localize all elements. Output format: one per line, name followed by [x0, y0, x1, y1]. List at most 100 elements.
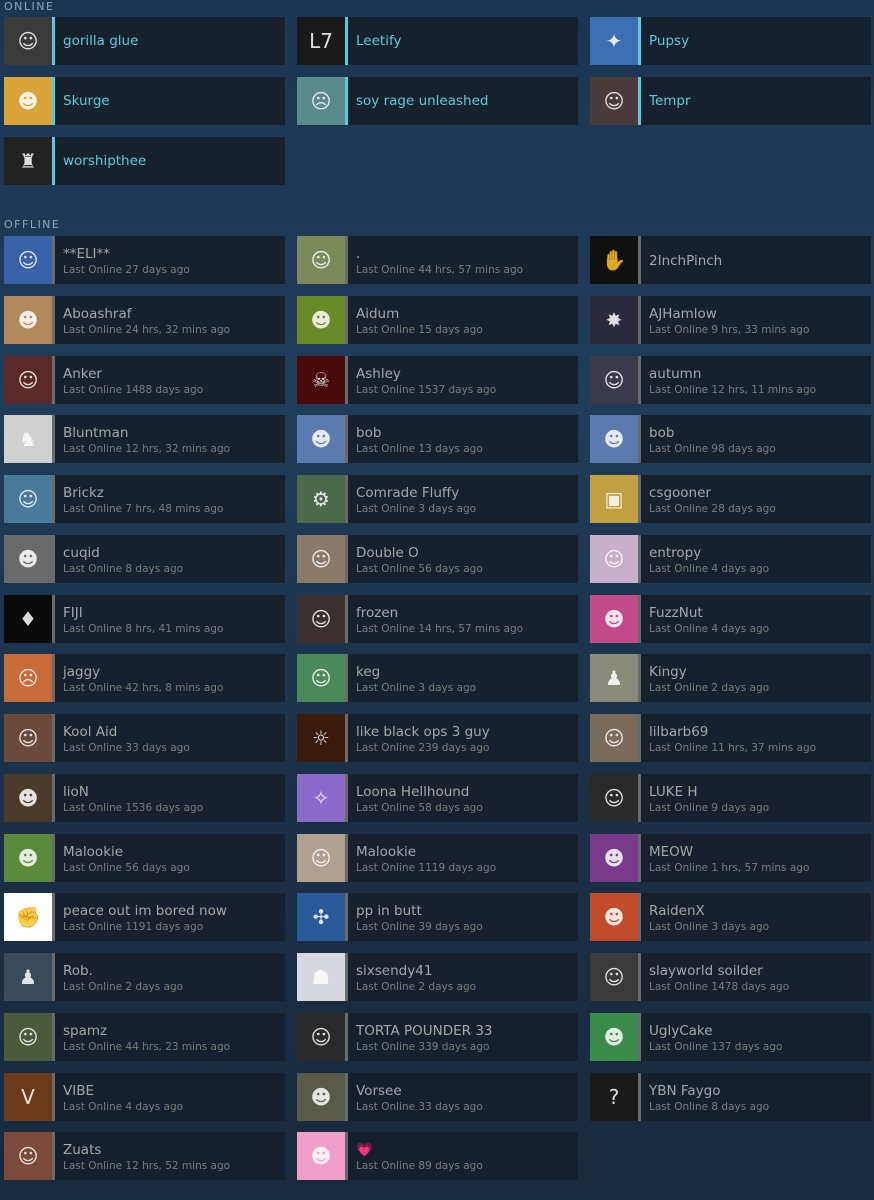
avatar[interactable]: ☼ — [297, 714, 345, 762]
avatar[interactable]: ☻ — [590, 415, 638, 464]
friend-tile[interactable]: ☻ 💗 Last Online 89 days ago — [297, 1132, 578, 1181]
friend-tile[interactable]: ☺ slayworld soilder Last Online 1478 days … — [590, 953, 871, 1001]
friend-tile[interactable]: ♟ Kingy Last Online 2 days ago — [590, 654, 871, 703]
friend-name[interactable]: FIJI — [63, 605, 285, 621]
friend-tile[interactable]: ☺ gorilla glue — [4, 17, 285, 65]
friend-name[interactable]: Rob. — [63, 963, 285, 979]
avatar[interactable]: ✦ — [590, 17, 638, 65]
avatar[interactable]: ☺ — [4, 1132, 52, 1181]
friend-name[interactable]: gorilla glue — [63, 33, 285, 49]
friend-tile[interactable]: ☺ Double O Last Online 56 days ago — [297, 534, 578, 583]
friend-tile[interactable]: ✣ pp in butt Last Online 39 days ago — [297, 893, 578, 942]
avatar[interactable]: ☠ — [297, 355, 345, 404]
friend-name[interactable]: sixsendy41 — [356, 963, 578, 979]
friend-tile[interactable]: ☻ lioN Last Online 1536 days ago — [4, 773, 285, 822]
friend-name[interactable]: UglyCake — [649, 1023, 871, 1039]
avatar[interactable]: ♟ — [4, 953, 52, 1001]
friend-name[interactable]: RaidenX — [649, 903, 871, 919]
avatar[interactable]: ☺ — [297, 833, 345, 882]
friend-tile[interactable]: ▣ csgooner Last Online 28 days ago — [590, 475, 871, 523]
friend-tile[interactable]: L7 Leetify — [297, 17, 578, 65]
friend-name[interactable]: Loona Hellhound — [356, 784, 578, 800]
avatar[interactable]: ☺ — [590, 355, 638, 404]
avatar[interactable]: ☺ — [590, 953, 638, 1001]
avatar[interactable]: ☻ — [297, 1132, 345, 1181]
friend-name[interactable]: 💗 — [356, 1142, 578, 1158]
friend-name[interactable]: cuqid — [63, 545, 285, 561]
friend-name[interactable]: MEOW — [649, 844, 871, 860]
avatar[interactable]: ☺ — [297, 654, 345, 703]
friend-tile[interactable]: ☺ Malookie Last Online 1119 days ago — [297, 833, 578, 882]
avatar[interactable]: ☻ — [4, 77, 52, 125]
avatar[interactable]: ✋ — [590, 236, 638, 284]
friend-name[interactable]: 2InchPinch — [649, 253, 871, 269]
friend-tile[interactable]: ☺. Last Online 44 hrs, 57 mins ago — [297, 236, 578, 284]
friend-tile[interactable]: ♞ Bluntman Last Online 12 hrs, 32 mins ago — [4, 415, 285, 464]
friend-tile[interactable]: ? YBN Faygo Last Online 8 days ago — [590, 1072, 871, 1121]
friend-tile[interactable]: ☻ Vorsee Last Online 33 days ago — [297, 1072, 578, 1121]
friend-name[interactable]: csgooner — [649, 485, 871, 501]
friend-tile[interactable]: ⚙ Comrade Fluffy Last Online 3 days ago — [297, 475, 578, 523]
friend-tile[interactable]: ☻ bob Last Online 98 days ago — [590, 415, 871, 464]
friend-name[interactable]: Ashley — [356, 366, 578, 382]
friend-name[interactable]: spamz — [63, 1023, 285, 1039]
avatar[interactable]: ☺ — [4, 236, 52, 284]
friend-name[interactable]: . — [356, 246, 578, 262]
friend-tile[interactable]: ☻ Aboashraf Last Online 24 hrs, 32 mins ag… — [4, 295, 285, 344]
friend-tile[interactable]: ☺ spamz Last Online 44 hrs, 23 mins ago — [4, 1012, 285, 1061]
avatar[interactable]: ☺ — [297, 236, 345, 284]
avatar[interactable]: ☺ — [590, 534, 638, 583]
friend-tile[interactable]: ☻ Malookie Last Online 56 days ago — [4, 833, 285, 882]
friend-tile[interactable]: ♜ worshipthee — [4, 137, 285, 185]
avatar[interactable]: ☻ — [297, 1072, 345, 1121]
friend-name[interactable]: peace out im bored now — [63, 903, 285, 919]
avatar[interactable]: ☺ — [590, 714, 638, 762]
friend-tile[interactable]: ☺ entropy Last Online 4 days ago — [590, 534, 871, 583]
friend-tile[interactable]: ☺ LUKE H Last Online 9 days ago — [590, 773, 871, 822]
avatar[interactable]: ☻ — [4, 295, 52, 344]
avatar[interactable]: ☺ — [4, 1012, 52, 1061]
avatar[interactable]: ☻ — [4, 534, 52, 583]
friend-name[interactable]: autumn — [649, 366, 871, 382]
friend-name[interactable]: frozen — [356, 605, 578, 621]
friend-tile[interactable]: ☺ Kool Aid Last Online 33 days ago — [4, 714, 285, 762]
friend-tile[interactable]: ✧ Loona Hellhound Last Online 58 days ago — [297, 773, 578, 822]
friend-name[interactable]: worshipthee — [63, 153, 285, 169]
avatar[interactable]: ☻ — [590, 893, 638, 942]
avatar[interactable]: ☗ — [297, 953, 345, 1001]
friend-tile[interactable]: ☺ lilbarb69 Last Online 11 hrs, 37 mins ag… — [590, 714, 871, 762]
friend-tile[interactable]: ☻ bob Last Online 13 days ago — [297, 415, 578, 464]
avatar[interactable]: ⚙ — [297, 475, 345, 523]
friend-name[interactable]: Brickz — [63, 485, 285, 501]
friend-name[interactable]: Bluntman — [63, 425, 285, 441]
friend-tile[interactable]: ☺ **ELI** Last Online 27 days ago — [4, 236, 285, 284]
avatar[interactable]: ☻ — [590, 833, 638, 882]
friend-name[interactable]: soy rage unleashed — [356, 93, 578, 109]
avatar[interactable]: ☻ — [590, 594, 638, 643]
friend-name[interactable]: Zuats — [63, 1142, 285, 1158]
friend-name[interactable]: YBN Faygo — [649, 1083, 871, 1099]
friend-name[interactable]: Malookie — [356, 844, 578, 860]
avatar[interactable]: V — [4, 1072, 52, 1121]
friend-tile[interactable]: ☻ RaidenX Last Online 3 days ago — [590, 893, 871, 942]
avatar[interactable]: ✣ — [297, 893, 345, 942]
avatar[interactable]: ☺ — [4, 714, 52, 762]
friend-name[interactable]: Pupsy — [649, 33, 871, 49]
avatar[interactable]: ☺ — [4, 355, 52, 404]
friend-tile[interactable]: ☼ like black ops 3 guy Last Online 239 day… — [297, 714, 578, 762]
friend-tile[interactable]: ☺ Tempr — [590, 77, 871, 125]
avatar[interactable]: ☺ — [4, 17, 52, 65]
friend-tile[interactable]: ☻ MEOW Last Online 1 hrs, 57 mins ago — [590, 833, 871, 882]
friend-tile[interactable]: ☹ soy rage unleashed — [297, 77, 578, 125]
friend-tile[interactable]: ☺ TORTA POUNDER 33 Last Online 339 days ag… — [297, 1012, 578, 1061]
friend-tile[interactable]: ☻ FuzzNut Last Online 4 days ago — [590, 594, 871, 643]
avatar[interactable]: ♞ — [4, 415, 52, 464]
avatar[interactable]: ✸ — [590, 295, 638, 344]
avatar[interactable]: ▣ — [590, 475, 638, 523]
friend-name[interactable]: pp in butt — [356, 903, 578, 919]
avatar[interactable]: ☺ — [297, 594, 345, 643]
friend-name[interactable]: Aidum — [356, 306, 578, 322]
avatar[interactable]: ☹ — [297, 77, 345, 125]
friend-name[interactable]: Skurge — [63, 93, 285, 109]
friend-name[interactable]: slayworld soilder — [649, 963, 871, 979]
